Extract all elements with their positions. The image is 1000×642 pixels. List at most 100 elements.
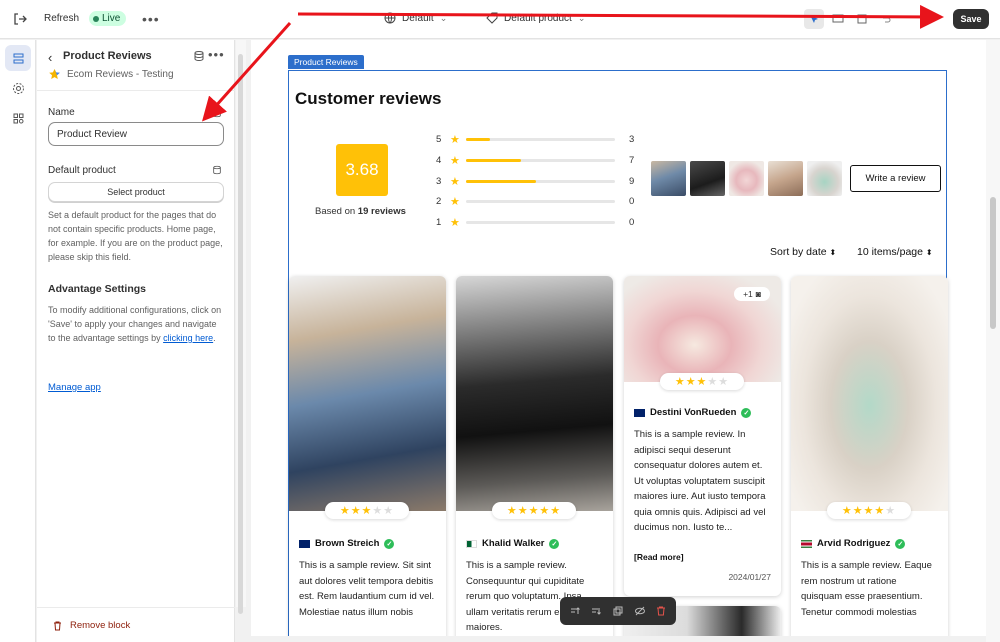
- live-dot-icon: [93, 15, 99, 22]
- template-label: Default product: [504, 12, 572, 24]
- rating-bar: [466, 158, 615, 162]
- name-input[interactable]: [48, 122, 224, 146]
- duplicate-icon[interactable]: [610, 603, 626, 619]
- rating-bar: [466, 199, 615, 203]
- rating-row-5[interactable]: 5 ★ 3: [436, 132, 634, 146]
- trash-icon: [54, 621, 61, 630]
- tag-icon: [486, 12, 498, 24]
- author-name: Arvid Rodriguez: [817, 538, 891, 549]
- move-down-icon[interactable]: [588, 603, 604, 619]
- rating-count: 0: [629, 216, 635, 228]
- name-label: Name: [48, 107, 75, 118]
- storefront-preview: Product Reviews Customer reviews 3.68 Ba…: [251, 40, 986, 636]
- rating-count: 7: [629, 154, 635, 166]
- desktop-icon[interactable]: [828, 9, 848, 29]
- rating-stars-label: 1: [436, 216, 442, 228]
- rating-stars-label: 5: [436, 133, 442, 145]
- rating-row-4[interactable]: 4 ★ 7: [436, 153, 634, 167]
- star-icon: ★: [450, 216, 460, 229]
- manage-app-link[interactable]: Manage app: [48, 382, 101, 393]
- block-selected-tag[interactable]: Product Reviews: [288, 55, 364, 69]
- apps-icon[interactable]: [5, 105, 31, 131]
- items-per-page-dropdown[interactable]: 10 items/page ⬍: [857, 246, 933, 258]
- template-selector[interactable]: Default product ⌄: [486, 12, 585, 24]
- review-author: Arvid Rodriguez ✓: [801, 538, 906, 549]
- hide-icon[interactable]: [632, 603, 648, 619]
- sort-arrows-icon: ⬍: [925, 248, 933, 257]
- block-more-icon[interactable]: •••: [208, 47, 225, 62]
- camera-icon: ◙: [755, 289, 761, 299]
- save-button[interactable]: Save: [953, 9, 989, 29]
- preview-scrollbar[interactable]: [986, 40, 1000, 642]
- settings-gear-icon[interactable]: [5, 75, 31, 101]
- review-card[interactable]: ★★★★ ★ Arvid Rodriguez ✓ This is a sample…: [791, 276, 948, 636]
- rating-row-3[interactable]: 3 ★ 9: [436, 174, 634, 188]
- left-rail: [0, 40, 36, 642]
- undo-icon[interactable]: [876, 9, 896, 29]
- rating-bar-fill: [466, 137, 490, 141]
- rating-row-1[interactable]: 1 ★ 0: [436, 215, 634, 229]
- inspector-icon[interactable]: [804, 9, 824, 29]
- theme-selector[interactable]: Default ⌄: [384, 12, 447, 24]
- settings-sidebar: ‹ Product Reviews ••• Ecom Reviews - Tes…: [37, 40, 235, 642]
- review-photo-thumbnail[interactable]: [768, 161, 803, 196]
- rating-row-2[interactable]: 2 ★ 0: [436, 194, 634, 208]
- more-photos-badge[interactable]: +1 ◙: [734, 287, 770, 301]
- move-up-icon[interactable]: [567, 603, 583, 619]
- sidebar-scrollbar[interactable]: [236, 40, 246, 614]
- review-date: 2024/01/27: [728, 572, 771, 582]
- read-more-link[interactable]: [Read more]: [634, 552, 684, 562]
- database-icon[interactable]: [212, 164, 222, 178]
- review-photo[interactable]: [791, 276, 948, 511]
- stars-empty: ★★: [372, 505, 395, 517]
- live-badge: Live: [89, 11, 127, 26]
- database-icon[interactable]: [212, 107, 222, 121]
- review-photo-thumbnail[interactable]: [690, 161, 725, 196]
- sections-icon[interactable]: [5, 45, 31, 71]
- star-logo-icon: [49, 69, 60, 79]
- review-photo[interactable]: [456, 276, 613, 511]
- delete-icon[interactable]: [653, 603, 669, 619]
- rating-bar: [466, 179, 615, 183]
- review-card[interactable]: +1 ◙ ★★★ ★★ Destini VonRueden ✓ This is a …: [624, 276, 781, 596]
- exit-icon[interactable]: [12, 11, 28, 27]
- sort-arrows-icon: ⬍: [829, 248, 837, 257]
- remove-block-button[interactable]: Remove block: [37, 607, 235, 642]
- review-card[interactable]: ★★★★★ Khalid Walker ✓ This is a sample r…: [456, 276, 613, 636]
- review-photo[interactable]: [289, 276, 446, 511]
- average-score: 3.68: [345, 160, 379, 179]
- clicking-here-link[interactable]: clicking here: [163, 333, 213, 343]
- review-photo-strip: [651, 161, 842, 196]
- review-photo-thumbnail[interactable]: [729, 161, 764, 196]
- author-name: Brown Streich: [315, 538, 380, 549]
- review-photo-thumbnail[interactable]: [807, 161, 842, 196]
- star-rating: ★★★★★: [827, 502, 911, 519]
- more-options-icon[interactable]: •••: [142, 11, 160, 27]
- suriname-flag-icon: [801, 539, 812, 548]
- refresh-button[interactable]: Refresh: [44, 13, 79, 24]
- star-rating: ★★★★★: [325, 502, 409, 519]
- star-rating: ★★★★★: [492, 502, 576, 519]
- rating-stars-label: 4: [436, 154, 442, 166]
- rating-bar-fill: [466, 179, 537, 183]
- database-icon[interactable]: [193, 50, 205, 62]
- author-name: Khalid Walker: [482, 538, 545, 549]
- write-review-button[interactable]: Write a review: [850, 165, 941, 192]
- stars-empty: ★★: [707, 376, 730, 388]
- reviews-heading: Customer reviews: [295, 89, 442, 108]
- sort-dropdown[interactable]: Sort by date ⬍: [770, 246, 836, 258]
- review-count: 19 reviews: [357, 206, 406, 217]
- verified-icon: ✓: [741, 407, 752, 418]
- select-product-button[interactable]: Select product: [48, 182, 224, 202]
- scrollbar-thumb[interactable]: [990, 197, 996, 329]
- review-author: Khalid Walker ✓: [466, 538, 560, 549]
- fullscreen-icon[interactable]: [852, 9, 872, 29]
- theme-label: Default: [402, 12, 434, 24]
- scrollbar-thumb[interactable]: [238, 54, 243, 614]
- review-card[interactable]: ★★★ ★★ Brown Streich ✓ This is a sample r…: [289, 276, 446, 636]
- chevron-down-icon: ⌄: [439, 12, 448, 23]
- back-arrow-icon[interactable]: ‹: [48, 50, 52, 65]
- rating-stars-label: 3: [436, 175, 442, 187]
- review-photo-thumbnail[interactable]: [651, 161, 686, 196]
- remove-block-label: Remove block: [70, 619, 131, 631]
